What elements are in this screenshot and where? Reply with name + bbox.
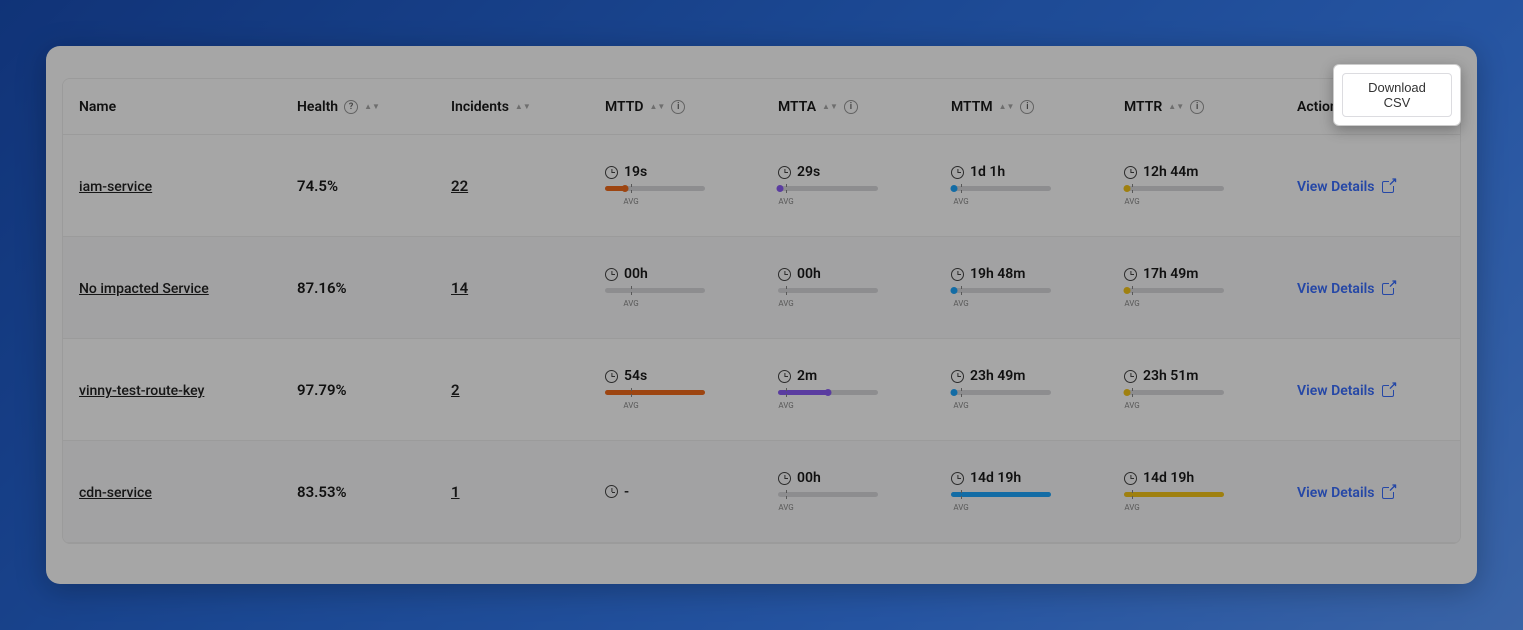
modal-overlay[interactable]	[0, 0, 1523, 630]
download-csv-button[interactable]: Download CSV	[1342, 73, 1452, 117]
download-menu: Download CSV	[1333, 64, 1461, 126]
